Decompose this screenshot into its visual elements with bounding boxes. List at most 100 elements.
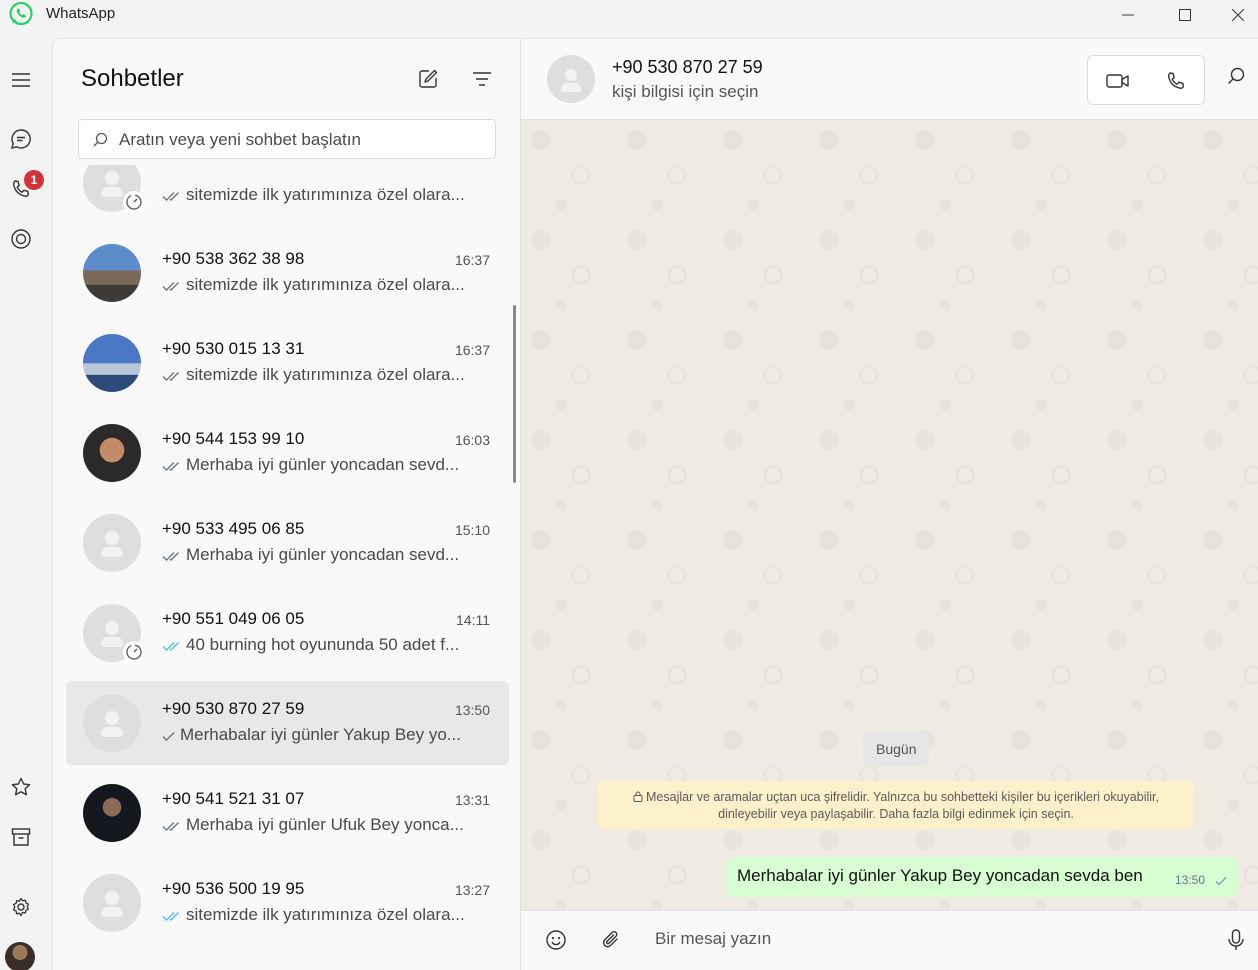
disappearing-timer-icon	[123, 641, 145, 663]
profile-avatar[interactable]	[5, 942, 35, 970]
delivered-ticks-icon	[162, 457, 182, 477]
chat-name: +90 541 521 31 07	[162, 789, 305, 808]
conversation-panel: +90 530 870 27 59 kişi bilgisi için seçi…	[520, 38, 1258, 970]
chat-name: +90 530 015 13 31	[162, 339, 305, 358]
chat-preview-text: 40 burning hot oyununda 50 adet f...	[186, 635, 460, 654]
app-title: WhatsApp	[46, 5, 116, 22]
conversation-header[interactable]: +90 530 870 27 59 kişi bilgisi için seçi…	[521, 39, 1258, 120]
read-ticks-icon	[162, 907, 182, 927]
chat-preview-text: Merhaba iyi günler yoncadan sevd...	[186, 455, 460, 474]
chat-avatar	[83, 514, 141, 572]
chat-name: +90 530 870 27 59	[162, 699, 305, 718]
chat-time: 16:03	[454, 432, 490, 448]
contact-avatar[interactable]	[547, 55, 595, 103]
chat-time: 13:27	[454, 882, 490, 898]
chats-icon[interactable]	[6, 124, 36, 154]
chat-preview: Merhaba iyi günler yoncadan sevd...	[162, 545, 492, 567]
chat-avatar	[83, 424, 141, 482]
filter-icon[interactable]	[470, 67, 494, 91]
sent-tick-icon	[162, 727, 176, 747]
chat-avatar	[83, 874, 141, 932]
maximize-icon[interactable]	[1162, 0, 1208, 30]
chat-preview: sitemizde ilk yatırımınıza özel olara...	[162, 905, 492, 927]
read-ticks-icon	[162, 637, 182, 657]
chat-preview: sitemizde ilk yatırımınıza özel olara...	[162, 275, 492, 297]
call-button-group	[1087, 55, 1205, 105]
chat-preview: 40 burning hot oyununda 50 adet f...	[162, 635, 492, 657]
nav-rail: 1	[0, 38, 52, 970]
chat-time: 13:50	[454, 702, 490, 718]
message-bubble-outgoing[interactable]: Merhabalar iyi günler Yakup Bey yoncadan…	[726, 857, 1239, 897]
emoji-icon[interactable]	[543, 927, 569, 953]
message-composer	[521, 910, 1258, 970]
starred-icon[interactable]	[6, 772, 36, 802]
status-icon[interactable]	[6, 224, 36, 254]
chat-time: 13:31	[454, 792, 490, 808]
attach-icon[interactable]	[598, 927, 624, 953]
chat-preview: sitemizde ilk yatırımınıza özel olara...	[162, 185, 492, 207]
search-icon	[93, 132, 108, 152]
delivered-ticks-icon	[162, 187, 182, 207]
chat-name: +90 551 049 06 05	[162, 609, 305, 628]
chat-name: +90 536 500 19 95	[162, 879, 305, 898]
chat-avatar	[83, 784, 141, 842]
chat-avatar	[83, 244, 141, 302]
chat-list-title: Sohbetler	[81, 65, 184, 92]
chat-list-scrollbar[interactable]	[513, 305, 516, 483]
chat-list-item[interactable]: +90 536 500 19 95 13:27 sitemizde ilk yatı…	[66, 861, 509, 945]
delivered-ticks-icon	[162, 547, 182, 567]
chat-name: +90 544 153 99 10	[162, 429, 305, 448]
search-input[interactable]	[119, 130, 479, 150]
chat-time: 16:37	[454, 252, 490, 268]
contact-subtitle[interactable]: kişi bilgisi için seçin	[612, 82, 758, 102]
delivered-ticks-icon	[162, 277, 182, 297]
title-bar: WhatsApp	[0, 0, 1258, 38]
delivered-ticks-icon	[162, 817, 182, 837]
chat-name: +90 538 362 38 98	[162, 249, 305, 268]
calls-badge: 1	[24, 170, 44, 190]
chat-preview-text: sitemizde ilk yatırımınıza özel olara...	[186, 185, 465, 204]
chat-avatar	[83, 334, 141, 392]
chat-preview: Merhaba iyi günler yoncadan sevd...	[162, 455, 492, 477]
chat-preview-text: sitemizde ilk yatırımınıza özel olara...	[186, 275, 465, 294]
message-text: Merhabalar iyi günler Yakup Bey yoncadan…	[737, 866, 1143, 885]
microphone-icon[interactable]	[1223, 927, 1249, 953]
chat-list-item[interactable]: +90 533 495 06 85 15:10 Merhaba iyi günler…	[66, 501, 509, 585]
chat-time: 14:11	[456, 612, 490, 628]
chat-preview-text: sitemizde ilk yatırımınıza özel olara...	[186, 905, 465, 924]
sent-tick-icon	[1215, 873, 1227, 891]
chat-list-item[interactable]: +90 538 362 38 98 16:37 sitemizde ilk yatı…	[66, 231, 509, 315]
conversation-search-icon[interactable]	[1227, 67, 1245, 90]
chat-name: +90 533 495 06 85	[162, 519, 305, 538]
chat-list-item[interactable]: +90 530 870 27 59 13:50 Merhabalar iyi gün…	[66, 681, 509, 765]
minimize-icon[interactable]	[1105, 0, 1151, 30]
voice-call-icon[interactable]	[1163, 68, 1189, 94]
search-box[interactable]	[78, 119, 496, 159]
archive-icon[interactable]	[6, 822, 36, 852]
chat-time: 16:37	[454, 342, 490, 358]
chat-avatar	[83, 694, 141, 752]
chat-list-item[interactable]: +90 530 015 13 31 16:37 sitemizde ilk yatı…	[66, 321, 509, 405]
delivered-ticks-icon	[162, 367, 182, 387]
settings-icon[interactable]	[6, 892, 36, 922]
chat-preview: Merhabalar iyi günler Yakup Bey yo...	[162, 725, 492, 747]
chat-preview-text: sitemizde ilk yatırımınıza özel olara...	[186, 365, 465, 384]
message-input[interactable]	[655, 929, 1195, 949]
chat-list-item[interactable]: +90 544 153 99 10 16:03 Merhaba iyi günler…	[66, 411, 509, 495]
chat-list-item[interactable]: +90 551 049 06 05 14:11 40 burning hot oyu…	[66, 591, 509, 675]
whatsapp-logo-icon	[8, 1, 34, 27]
disappearing-timer-icon	[123, 191, 145, 213]
contact-name[interactable]: +90 530 870 27 59	[612, 57, 763, 78]
encryption-notice-text: Mesajlar ve aramalar uçtan uca şifrelidi…	[646, 790, 1159, 821]
message-time: 13:50	[1174, 873, 1205, 887]
date-chip: Bugün	[863, 732, 930, 766]
chat-list-item[interactable]: +90 541 521 31 07 13:31 Merhaba iyi günler…	[66, 771, 509, 855]
encryption-notice[interactable]: Mesajlar ve aramalar uçtan uca şifrelidi…	[598, 781, 1194, 829]
chat-time: 15:10	[454, 522, 490, 538]
new-chat-icon[interactable]	[416, 67, 440, 91]
close-icon[interactable]	[1215, 0, 1258, 30]
lock-icon	[633, 791, 643, 802]
video-call-icon[interactable]	[1105, 68, 1131, 94]
menu-icon[interactable]	[6, 65, 36, 95]
chat-preview: sitemizde ilk yatırımınıza özel olara...	[162, 365, 492, 387]
